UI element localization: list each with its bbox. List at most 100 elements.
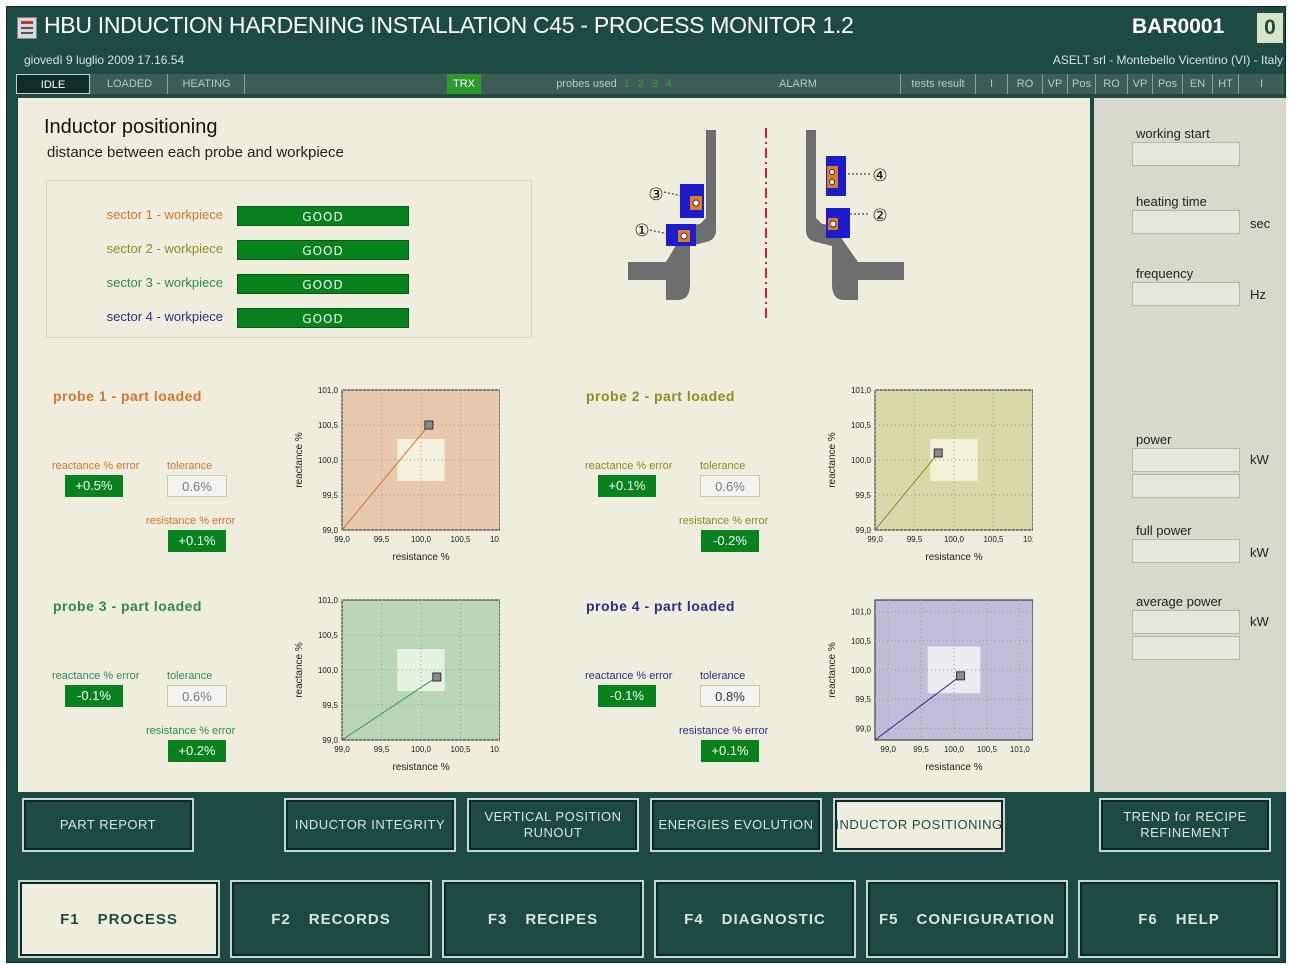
vertical-position-label: VERTICAL POSITION — [484, 809, 622, 824]
nav-f4-label: DIAGNOSTIC — [721, 910, 826, 928]
nav-f3-recipes[interactable]: F3 RECIPES — [442, 880, 644, 958]
x-tick-label: 101,0 — [1010, 745, 1031, 754]
probe-3-resistance-value: +0.2% — [168, 740, 226, 762]
y-tick-label: 101,0 — [851, 386, 872, 395]
y-tick-label: 99,5 — [322, 701, 338, 710]
tests-pos-2: Pos — [1153, 74, 1183, 94]
power-field-2 — [1132, 474, 1240, 498]
trend-recipe-refinement-button[interactable]: TREND for RECIPE REFINEMENT — [1099, 798, 1271, 852]
probe-4-title: probe 4 - part loaded — [586, 598, 735, 614]
y-tick-label: 100,5 — [318, 631, 339, 640]
probe-1-tolerance-value: 0.6% — [167, 475, 227, 497]
nav-f2-records[interactable]: F2 RECORDS — [230, 880, 432, 958]
average-power-unit: kW — [1250, 614, 1269, 629]
full-power-field — [1132, 539, 1240, 563]
frequency-unit: Hz — [1250, 287, 1266, 302]
nav-f2-label: RECORDS — [308, 910, 391, 928]
nav-f5-configuration[interactable]: F5 CONFIGURATION — [866, 880, 1068, 958]
nav-f1-process[interactable]: F1 PROCESS — [18, 880, 220, 958]
working-start-label: working start — [1136, 126, 1210, 141]
y-tick-label: 100,0 — [318, 666, 339, 675]
x-tick-label: 100,0 — [411, 745, 432, 754]
probe-4-reactance-label: reactance % error — [585, 670, 673, 682]
average-power-label: average power — [1136, 594, 1222, 609]
nav-f6-key: F6 — [1138, 910, 1158, 928]
probe-indicator-1: 1 — [623, 78, 630, 90]
y-tick-label: 99,5 — [322, 491, 338, 500]
window-title: HBU INDUCTION HARDENING INSTALLATION C45… — [44, 12, 854, 38]
working-start-field — [1132, 142, 1240, 166]
status-idle: IDLE — [16, 74, 90, 94]
diagram-label-1: ① — [634, 221, 649, 240]
frequency-field — [1132, 282, 1240, 306]
part-report-button[interactable]: PART REPORT — [22, 798, 194, 852]
nav-f6-help[interactable]: F6 HELP — [1078, 880, 1280, 958]
probe-4-chart: 99,0 99,0 99,5 99,5 100,0 100,0 100,5 100,5 101,… — [827, 599, 1033, 773]
x-tick-label: 100,5 — [450, 535, 471, 544]
diagram-label-4: ④ — [872, 166, 887, 185]
sector-2-status: GOOD — [237, 240, 409, 260]
probe-1-resistance-value: +0.1% — [168, 530, 226, 552]
nav-f4-diagnostic[interactable]: F4 DIAGNOSTIC — [654, 880, 856, 958]
average-power-field — [1132, 610, 1240, 634]
probe-2-reactance-value: +0.1% — [598, 475, 656, 497]
status-heating: HEATING — [169, 74, 245, 94]
average-power-field-2 — [1132, 636, 1240, 660]
vertical-position-runout-button[interactable]: VERTICAL POSITION RUNOUT — [467, 798, 639, 852]
counter-badge: 0 — [1257, 13, 1283, 43]
measurement-point — [424, 420, 434, 430]
x-tick-label: 99,0 — [334, 535, 350, 544]
power-label: power — [1136, 432, 1172, 447]
tests-pos-1: Pos — [1068, 74, 1096, 94]
probe-1-reactance-value: +0.5% — [65, 475, 123, 497]
x-tick-label: 100,0 — [944, 745, 965, 754]
y-tick-label: 100,5 — [851, 421, 872, 430]
probe-2-reactance-label: reactance % error — [585, 460, 673, 472]
probe-3-reactance-value: -0.1% — [65, 685, 123, 707]
y-tick-label: 100,0 — [318, 456, 339, 465]
heating-time-field — [1132, 210, 1240, 234]
energies-evolution-button[interactable]: ENERGIES EVOLUTION — [650, 798, 822, 852]
inductor-integrity-button[interactable]: INDUCTOR INTEGRITY — [284, 798, 456, 852]
x-tick-label: 99,5 — [907, 535, 923, 544]
nav-f3-key: F3 — [487, 910, 508, 928]
y-tick-label: 101,0 — [851, 608, 872, 617]
y-tick-label: 99,5 — [855, 695, 871, 704]
measurement-point — [432, 672, 442, 682]
y-tick-label: 99,0 — [322, 736, 338, 745]
probe-1-tolerance-label: tolerance — [167, 460, 213, 472]
probe-1-reactance-label: reactance % error — [52, 460, 140, 472]
x-tick-label: 100,5 — [977, 745, 998, 754]
probe-1-resistance-label: resistance % error — [146, 515, 236, 527]
y-tick-label: 100,0 — [851, 456, 872, 465]
nav-f3-label: RECIPES — [525, 910, 599, 928]
tests-vp-1: VP — [1043, 74, 1068, 94]
probe-4-resistance-value: +0.1% — [701, 740, 759, 762]
probe-1-chart: 99,099,0 99,5 99,5 100,0 100,0 100,5 100,5 101,… — [294, 386, 500, 563]
tests-result: tests result — [901, 74, 976, 94]
heating-time-unit: sec — [1250, 216, 1271, 231]
probe-indicator-4: 4 — [665, 78, 672, 90]
full-power-label: full power — [1136, 523, 1192, 538]
measurement-point — [933, 448, 943, 458]
power-field — [1132, 448, 1240, 472]
inductor-positioning-button[interactable]: INDUCTOR POSITIONING — [833, 798, 1005, 852]
probe-2-resistance-value: -0.2% — [701, 530, 759, 552]
y-tick-label: 100,0 — [851, 666, 872, 675]
x-tick-label: 100,0 — [944, 535, 965, 544]
nav-f2-key: F2 — [271, 910, 291, 928]
status-loaded: LOADED — [92, 74, 168, 94]
nav-f5-key: F5 — [878, 910, 899, 928]
x-tick-label: 99,0 — [880, 745, 896, 754]
y-axis-label: reactance % — [827, 432, 838, 488]
probe-4-tolerance-value: 0.8% — [700, 685, 760, 707]
page-title: Inductor positioning — [44, 116, 218, 138]
y-tick-label: 100,5 — [318, 421, 339, 430]
tests-vp-2: VP — [1128, 74, 1153, 94]
y-tick-label: 100,5 — [851, 637, 872, 646]
power-unit: kW — [1250, 452, 1269, 467]
probe-4-resistance-label: resistance % error — [679, 725, 769, 737]
status-trx: TRX — [447, 74, 481, 94]
x-tick-label: 99,5 — [374, 535, 390, 544]
probe-2-tolerance-label: tolerance — [700, 460, 746, 472]
